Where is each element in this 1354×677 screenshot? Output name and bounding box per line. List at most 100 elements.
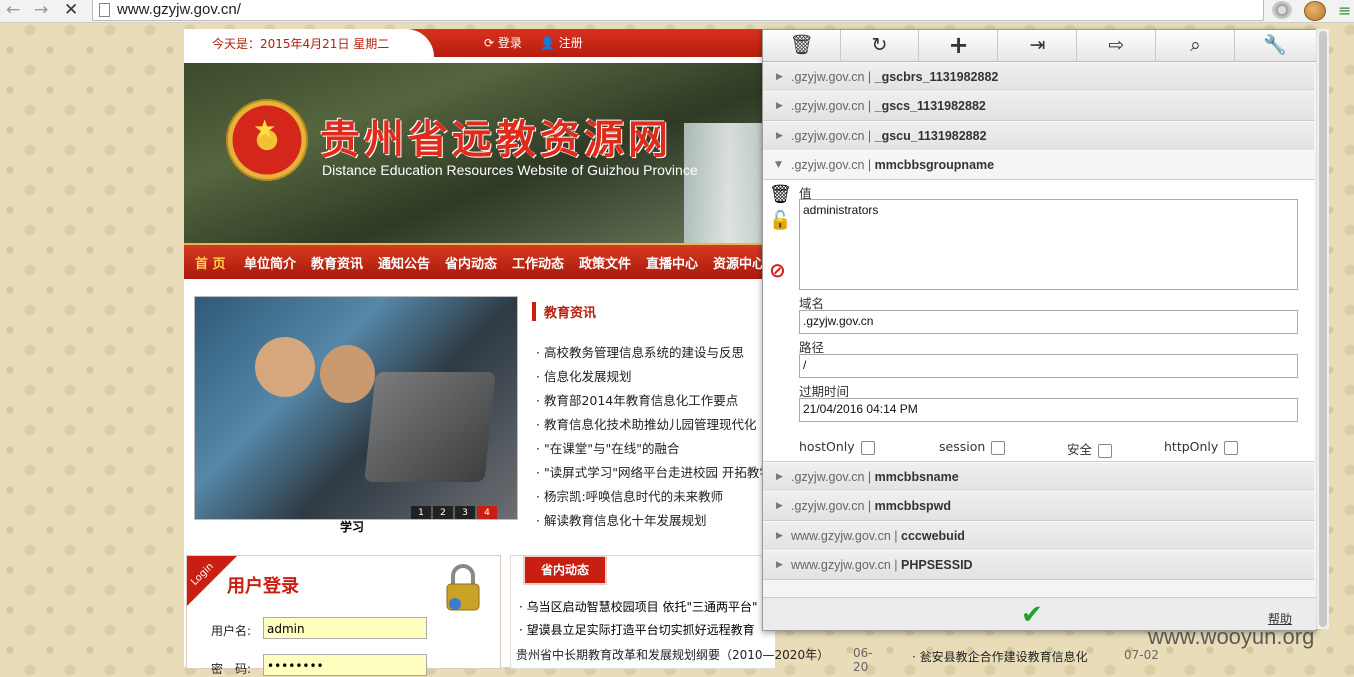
nav-item-about[interactable]: 单位简介 [244, 253, 296, 272]
cookie-row[interactable]: ▶ .gzyjw.gov.cn | _gscbrs_1131982882 [763, 62, 1314, 92]
session-checkbox[interactable]: session [939, 439, 1006, 455]
hostonly-checkbox[interactable]: hostOnly [799, 439, 875, 455]
export-button[interactable]: ⇨ [1078, 30, 1156, 61]
cookie-row-expanded[interactable]: ▼ .gzyjw.gov.cn | mmcbbsgroupname [763, 150, 1314, 180]
browser-toolbar: ← → ✕ www.gzyjw.gov.cn/ ≡ [0, 0, 1354, 23]
globe-extension-icon[interactable] [1272, 1, 1292, 19]
pager-item[interactable]: 3 [455, 506, 475, 519]
nav-item-work[interactable]: 工作动态 [512, 253, 564, 272]
news-item[interactable]: 信息化发展规划 [536, 366, 772, 390]
national-emblem-icon [226, 99, 308, 181]
nav-item-policy[interactable]: 政策文件 [579, 253, 631, 272]
triangle-right-icon: ▶ [776, 131, 783, 141]
province-news-item[interactable]: 望谟县立足实际打造平台切实抓好远程教育 [519, 621, 758, 644]
checkbox-box[interactable] [1098, 443, 1113, 458]
cookie-row[interactable]: ▶ .gzyjw.gov.cn | mmcbbsname [763, 462, 1314, 492]
options-button[interactable]: 🔧 [1236, 30, 1314, 61]
add-button[interactable]: + [920, 30, 998, 61]
close-icon[interactable]: ✕ [64, 0, 78, 20]
photo-figure [255, 337, 315, 397]
checkbox-box[interactable] [860, 440, 875, 455]
cookie-domain: www.gzyjw.gov.cn [791, 529, 891, 543]
nav-item-resources[interactable]: 资源中心 [713, 253, 765, 272]
news-item[interactable]: "读屏式学习"网络平台走进校园 开拓教学 [536, 462, 772, 486]
news-item[interactable]: 教育信息化技术助推幼儿园管理现代化 [536, 414, 772, 438]
photo-caption[interactable]: 学习 [340, 518, 364, 535]
triangle-right-icon: ▶ [776, 72, 783, 82]
login-link[interactable]: ⟳ 登录 [484, 34, 522, 51]
secure-label: 安全 [1067, 442, 1093, 457]
httponly-checkbox[interactable]: httpOnly [1164, 439, 1239, 455]
unlock-icon[interactable]: 🔓 [769, 210, 791, 231]
province-news-item[interactable]: 乌当区启动智慧校园项目 依托"三通两平台" [519, 598, 758, 621]
cookie-row[interactable]: ▶ .gzyjw.gov.cn | mmcbbspwd [763, 491, 1314, 521]
cookie-row[interactable]: ▶ www.gzyjw.gov.cn | cccwebuid [763, 521, 1314, 551]
httponly-label: httpOnly [1164, 439, 1219, 454]
nav-item-province[interactable]: 省内动态 [445, 253, 497, 272]
news-item[interactable]: 解读教育信息化十年发展规划 [536, 510, 772, 534]
domain-input[interactable]: .gzyjw.gov.cn [799, 310, 1298, 334]
sign-in-icon: ⇥ [1029, 34, 1046, 56]
path-input[interactable]: / [799, 354, 1298, 378]
nav-item-notices[interactable]: 通知公告 [378, 253, 430, 272]
triangle-right-icon: ▶ [776, 560, 783, 570]
pager-item[interactable]: 1 [411, 506, 431, 519]
waterfall-image [684, 123, 774, 243]
block-icon[interactable]: ⊘ [769, 258, 786, 282]
watermark: www.wooyun.org [1148, 624, 1315, 649]
scrollbar-thumb[interactable] [1319, 31, 1327, 627]
search-button[interactable]: ⌕ [1157, 30, 1235, 61]
checkbox-box[interactable] [1224, 440, 1239, 455]
news-item[interactable]: 杨宗凯:呼唤信息时代的未来教师 [536, 486, 772, 510]
pager-item[interactable]: 2 [433, 506, 453, 519]
nav-item-home[interactable]: 首 页 [195, 253, 226, 272]
username-input[interactable]: admin [263, 617, 427, 639]
expires-input[interactable]: 21/04/2016 04:14 PM [799, 398, 1298, 422]
checkbox-box[interactable] [991, 440, 1006, 455]
triangle-right-icon: ▶ [776, 101, 783, 111]
delete-all-button[interactable]: 🗑 [763, 30, 841, 61]
popup-scrollbar[interactable] [1316, 29, 1329, 629]
triangle-down-icon: ▼ [775, 160, 782, 170]
cookie-domain: .gzyjw.gov.cn [791, 470, 865, 484]
cookie-row[interactable]: ▶ .gzyjw.gov.cn | _gscu_1131982882 [763, 121, 1314, 151]
cookie-row[interactable]: ▶ .gzyjw.gov.cn | _gscs_1131982882 [763, 91, 1314, 121]
menu-icon[interactable]: ≡ [1338, 1, 1351, 20]
nav-item-news[interactable]: 教育资讯 [311, 253, 363, 272]
date-text: 今天是：2015年4月21日 星期二 [184, 29, 434, 57]
register-link[interactable]: 👤 注册 [540, 34, 583, 51]
import-button[interactable]: ⇥ [999, 30, 1077, 61]
cookie-name: mmcbbsname [874, 470, 959, 484]
cookie-editor-popup: 🗑 ↻ + ⇥ ⇨ ⌕ 🔧 ▶ .gzyjw.gov.cn | _gscbrs_… [762, 29, 1317, 631]
photo-monitor [364, 372, 496, 482]
cookie-domain: www.gzyjw.gov.cn [791, 558, 891, 572]
site-topbar: 今天是：2015年4月21日 星期二 ⟳ 登录 👤 注册 [184, 29, 774, 57]
value-textarea[interactable]: administrators [799, 199, 1298, 290]
checkmark-icon[interactable]: ✔ [1021, 600, 1043, 630]
news-item[interactable]: "在课堂"与"在线"的融合 [536, 438, 772, 462]
news-photo[interactable]: 12345 [194, 296, 518, 520]
province-tab[interactable]: 省内动态 [523, 555, 607, 585]
session-label: session [939, 439, 986, 454]
trash-icon[interactable]: 🗑 [769, 184, 792, 205]
cookie-domain: .gzyjw.gov.cn [791, 158, 865, 172]
address-bar[interactable]: www.gzyjw.gov.cn/ [92, 0, 1264, 21]
secure-checkbox[interactable]: 安全 [1067, 439, 1113, 458]
pager-item-active[interactable]: 4 [477, 506, 497, 519]
cookie-row[interactable]: ▶ www.gzyjw.gov.cn | PHPSESSID [763, 550, 1314, 580]
arrow-right-icon[interactable]: → [34, 0, 48, 20]
reset-button[interactable]: ↻ [841, 30, 919, 61]
cookie-extension-icon[interactable] [1304, 1, 1326, 21]
province-news-item[interactable]: 贵州省中长期教育改革和发展规划纲要（2010—2020年） [516, 646, 829, 663]
right-news-item[interactable]: · 瓮安县教企合作建设教育信息化 [912, 648, 1088, 665]
cookie-name: _gscbrs_1131982882 [874, 70, 999, 84]
cookie-name: cccwebuid [901, 529, 965, 543]
password-input[interactable]: •••••••• [263, 654, 427, 676]
url-text[interactable]: www.gzyjw.gov.cn/ [117, 1, 241, 18]
news-date: 06-20 [853, 646, 873, 674]
arrow-left-icon[interactable]: ← [6, 0, 20, 20]
nav-item-live[interactable]: 直播中心 [646, 253, 698, 272]
cookie-domain: .gzyjw.gov.cn [791, 129, 865, 143]
news-item[interactable]: 高校教务管理信息系统的建设与反思 [536, 342, 772, 366]
news-item[interactable]: 教育部2014年教育信息化工作要点 [536, 390, 772, 414]
